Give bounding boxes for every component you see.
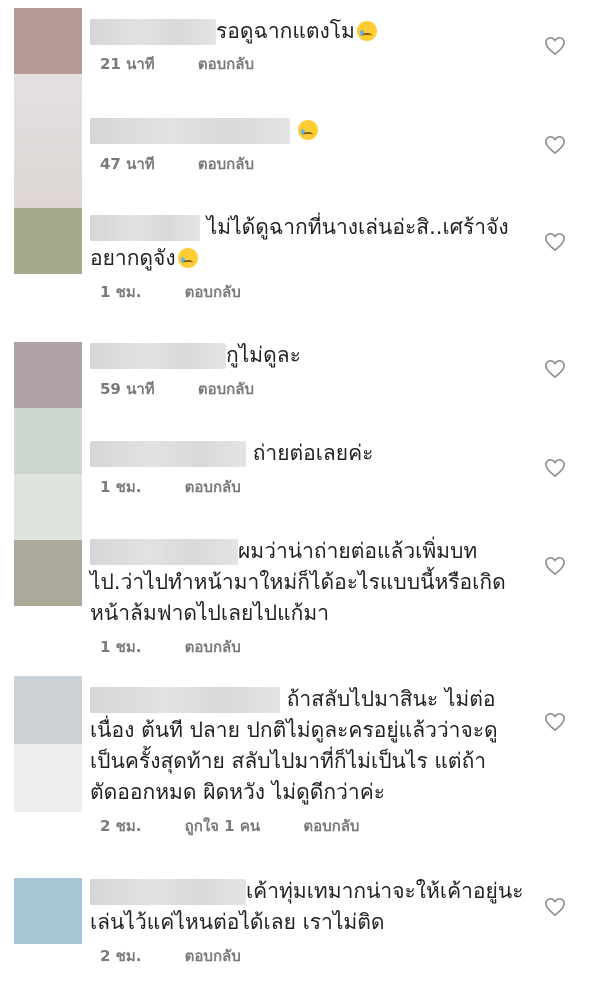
- like-heart-icon[interactable]: [544, 36, 566, 56]
- comment-meta: 21 นาที ตอบกลับ: [100, 52, 540, 76]
- avatar-strip: [14, 8, 82, 606]
- comment-time: 1 ชม.: [100, 283, 142, 301]
- comment: กูไม่ดูละ 59 นาที ตอบกลับ: [90, 340, 540, 401]
- like-heart-icon[interactable]: [544, 458, 566, 478]
- comment-text: ถ่ายต่อเลยค่ะ: [90, 438, 540, 469]
- comment-time: 1 ชม.: [100, 638, 142, 656]
- avatar[interactable]: [14, 540, 82, 606]
- crying-face-icon: [356, 21, 377, 41]
- username-redacted[interactable]: [90, 441, 246, 467]
- username-redacted[interactable]: [90, 539, 238, 565]
- comment-meta: 2 ชม. ถูกใจ 1 คน ตอบกลับ: [100, 814, 540, 838]
- comment-time: 47 นาที: [100, 155, 155, 173]
- username-redacted[interactable]: [90, 19, 216, 45]
- comment-meta: 59 นาที ตอบกลับ: [100, 377, 540, 401]
- comment-text: เค้าทุ่มเทมากน่าจะให้เค้าอยู่นะ เล่นไว้แ…: [90, 879, 524, 934]
- comment-meta: 1 ชม. ตอบกลับ: [100, 475, 540, 499]
- username-redacted[interactable]: [90, 118, 290, 144]
- reply-link[interactable]: ตอบกลับ: [303, 817, 359, 835]
- reply-link[interactable]: ตอบกลับ: [185, 478, 241, 496]
- avatar[interactable]: [14, 676, 82, 744]
- crying-face-icon: [298, 120, 318, 140]
- username-redacted[interactable]: [90, 343, 226, 369]
- comment-text: [90, 115, 540, 146]
- comment: ไม่ได้ดูฉากที่นางเล่นอ่ะสิ..เศร้าจัง อยา…: [90, 212, 540, 304]
- reply-link[interactable]: ตอบกลับ: [198, 155, 254, 173]
- comment-text: กูไม่ดูละ: [90, 340, 540, 371]
- avatar-spacer: [14, 274, 82, 342]
- comment-meta: 1 ชม. ตอบกลับ: [100, 635, 540, 659]
- comment-time: 2 ชม.: [100, 947, 142, 965]
- like-heart-icon[interactable]: [544, 232, 566, 252]
- username-redacted[interactable]: [90, 215, 200, 241]
- avatar-strip-2: [14, 676, 82, 812]
- reply-link[interactable]: ตอบกลับ: [185, 283, 241, 301]
- like-heart-icon[interactable]: [544, 897, 566, 917]
- comment-time: 21 นาที: [100, 55, 155, 73]
- comment-text: ถ้าสลับไปมาสินะ ไม่ต่อ เนื่อง ต้นที ปลาย…: [90, 687, 498, 804]
- avatar[interactable]: [14, 878, 82, 944]
- comment-text: รอดูฉากแตงโม: [90, 16, 540, 47]
- like-heart-icon[interactable]: [544, 556, 566, 576]
- comment-time: 59 นาที: [100, 380, 155, 398]
- avatar[interactable]: [14, 8, 82, 74]
- like-heart-icon[interactable]: [544, 359, 566, 379]
- comment: 47 นาที ตอบกลับ: [90, 115, 540, 176]
- comment: ผมว่าน่าถ่ายต่อแล้วเพิ่มบท ไป.ว่าไปทำหน้…: [90, 536, 540, 659]
- comment: ถ่ายต่อเลยค่ะ 1 ชม. ตอบกลับ: [90, 438, 540, 499]
- reply-link[interactable]: ตอบกลับ: [198, 55, 254, 73]
- avatar[interactable]: [14, 208, 82, 274]
- comment-meta: 1 ชม. ตอบกลับ: [100, 280, 540, 304]
- comment: ถ้าสลับไปมาสินะ ไม่ต่อ เนื่อง ต้นที ปลาย…: [90, 684, 540, 838]
- comment: รอดูฉากแตงโม 21 นาที ตอบกลับ: [90, 16, 540, 76]
- username-redacted[interactable]: [90, 879, 246, 905]
- avatar-strip-3: [14, 878, 82, 944]
- comment-time: 1 ชม.: [100, 478, 142, 496]
- username-redacted[interactable]: [90, 687, 280, 713]
- comment-meta: 47 นาที ตอบกลับ: [100, 152, 540, 176]
- comment-meta: 2 ชม. ตอบกลับ: [100, 944, 540, 968]
- like-heart-icon[interactable]: [544, 135, 566, 155]
- avatar[interactable]: [14, 744, 82, 812]
- comment-time: 2 ชม.: [100, 817, 142, 835]
- reply-link[interactable]: ตอบกลับ: [185, 638, 241, 656]
- reply-link[interactable]: ตอบกลับ: [198, 380, 254, 398]
- avatar[interactable]: [14, 474, 82, 540]
- comment-text: ไม่ได้ดูฉากที่นางเล่นอ่ะสิ..เศร้าจัง อยา…: [90, 215, 509, 270]
- avatar[interactable]: [14, 74, 82, 208]
- reply-link[interactable]: ตอบกลับ: [185, 947, 241, 965]
- avatar[interactable]: [14, 342, 82, 408]
- comment-text: ผมว่าน่าถ่ายต่อแล้วเพิ่มบท ไป.ว่าไปทำหน้…: [90, 539, 506, 625]
- crying-face-icon: [177, 248, 198, 268]
- avatar[interactable]: [14, 408, 82, 474]
- likes-count[interactable]: ถูกใจ 1 คน: [185, 817, 260, 835]
- comment: เค้าทุ่มเทมากน่าจะให้เค้าอยู่นะ เล่นไว้แ…: [90, 876, 540, 968]
- like-heart-icon[interactable]: [544, 712, 566, 732]
